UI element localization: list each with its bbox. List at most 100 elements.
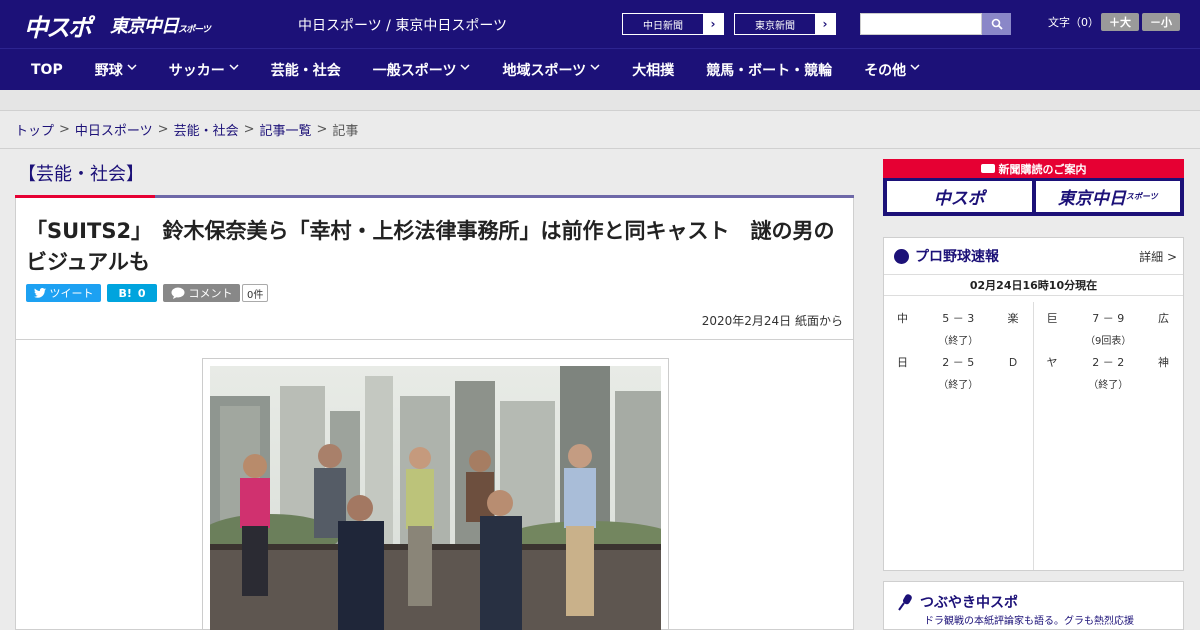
nav-item-label: 芸能・社会 [270,62,341,79]
nav-item-4[interactable]: 一般スポーツ [357,60,487,80]
ext-link-label: 東京新聞 [755,20,795,32]
chevron-down-icon [590,63,600,74]
nav-item-label: サッカー [168,62,225,79]
scores-grid: 中 5 － 3 楽 （終了） 日 2 － 5 Ｄ （終了） 巨 7 － 9 広 … [884,302,1183,570]
tokyo-logo-main: 東京中日 [110,16,179,37]
game-row[interactable]: 中 5 － 3 楽 （終了） [884,308,1033,352]
nav-item-label: 地域スポーツ [502,62,587,79]
breadcrumb-separator: > [157,122,169,137]
font-decrease-button[interactable]: －小 [1142,13,1180,31]
search-button[interactable] [982,13,1011,35]
search-icon [991,18,1003,30]
game-row[interactable]: ヤ 2 － 2 神 （終了） [1034,352,1184,396]
team-away: 楽 [1007,312,1019,325]
nav-item-label: その他 [864,62,907,79]
team-away: 神 [1158,356,1169,369]
breadcrumb-chunichi-sports[interactable]: 中日スポーツ [75,120,153,139]
tokyo-chunichi-subscribe-logo[interactable]: 東京中日 スポーツ [1035,181,1180,212]
tsubuyaki-box[interactable]: つぶやき中スポ ドラ観戦の本紙評論家も語る。グラも熱烈応援 [883,581,1184,630]
nav-item-7[interactable]: 競馬・ボート・競輪 [690,60,848,80]
category-title: 【芸能・社会】 [18,164,144,185]
game-status: （終了） [938,336,979,347]
chevron-down-icon [460,63,470,74]
chuspo-logo[interactable]: 中スポ [24,8,92,43]
chevron-down-icon [229,63,239,74]
game-status: （終了） [1088,380,1129,391]
breadcrumb-current: 記事 [332,124,359,139]
baseball-scores: プロ野球速報 詳細 > 02月24日16時10分現在 中 5 － 3 楽 （終了… [883,237,1184,571]
tokyo-shimbun-link[interactable]: 東京新聞 › [734,13,836,35]
site-names: 中日スポーツ / 東京中日スポーツ [298,18,508,34]
main-nav: TOP 野球 サッカー 芸能・社会 一般スポーツ 地域スポーツ 大相撲 競馬・ボート・競輪 その… [0,48,1200,90]
chevron-down-icon [910,63,920,74]
breadcrumb: トップ > 中日スポーツ > 芸能・社会 > 記事一覧 > 記事 [0,111,1200,149]
site-header: 中スポ 東京中日スポーツ 中日スポーツ / 東京中日スポーツ 中日新聞 › 東京… [0,0,1200,48]
font-increase-button[interactable]: ＋大 [1101,13,1139,31]
game-status: （9回表） [1085,336,1132,347]
breadcrumb-entertainment[interactable]: 芸能・社会 [174,120,239,139]
hatena-count: 0 [137,286,146,300]
comment-label: コメント [188,287,233,300]
nav-item-3[interactable]: 芸能・社会 [255,60,357,80]
nav-item-1[interactable]: 野球 [79,60,153,80]
tokyo-chunichi-logo[interactable]: 東京中日スポーツ [110,12,211,38]
breadcrumb-separator: > [59,122,70,137]
breadcrumb-article-list[interactable]: 記事一覧 [260,120,312,139]
article-photo[interactable] [210,366,661,630]
game-row[interactable]: 巨 7 － 9 広 （9回表） [1034,308,1184,352]
chuspo-subscribe-logo[interactable]: 中スポ [887,181,1032,212]
tweet-button[interactable]: ツイート [26,284,101,302]
scores-detail-link[interactable]: 詳細 > [1139,248,1177,265]
comment-button[interactable]: コメント [163,284,240,302]
scores-column-left: 中 5 － 3 楽 （終了） 日 2 － 5 Ｄ （終了） [884,302,1034,570]
comment-count: 0件 [242,284,269,302]
chevron-right-icon: › [815,14,835,34]
article-divider [16,339,853,340]
breadcrumb-separator: > [243,122,255,137]
subscription-label: 新聞購読のご案内 [998,162,1087,176]
nav-item-label: TOP [31,61,63,78]
header-band [0,90,1200,111]
chevron-down-icon [127,63,137,74]
baseball-icon [894,248,909,264]
tsubuyaki-title: つぶやき中スポ [920,595,1018,611]
nav-item-6[interactable]: 大相撲 [616,60,690,80]
cast-photo-illustration [210,366,661,630]
hatena-bookmark-button[interactable]: B! 0 [107,284,157,302]
hatena-b-icon: B! [118,286,132,300]
chunichi-shimbun-link[interactable]: 中日新聞 › [622,13,724,35]
font-size-label: 文字（0） [1048,16,1099,29]
nav-item-0[interactable]: TOP [15,62,79,78]
search-input[interactable] [860,13,982,35]
microphone-icon [898,594,912,611]
ext-link-label: 中日新聞 [643,20,683,32]
scores-header: プロ野球速報 詳細 > [884,238,1183,274]
team-away: Ｄ [1007,356,1019,369]
nav-item-label: 大相撲 [632,62,675,79]
tsubuyaki-subtitle: ドラ観戦の本紙評論家も語る。グラも熱烈応援 [924,616,1134,627]
nav-item-label: 野球 [94,62,123,79]
nav-item-8[interactable]: その他 [848,60,936,80]
subscription-banner[interactable]: 新聞購読のご案内 中スポ 東京中日 スポーツ [883,159,1184,216]
share-buttons: ツイート B! 0 コメント 0件 [26,284,269,302]
breadcrumb-top[interactable]: トップ [15,120,54,139]
nav-item-5[interactable]: 地域スポーツ [486,60,616,80]
tokyo-logo-small: スポーツ [178,25,211,35]
nav-item-label: 競馬・ボート・競輪 [706,62,833,79]
tweet-label: ツイート [49,287,94,300]
chevron-right-icon: › [703,14,723,34]
game-status: （終了） [938,380,979,391]
twitter-bird-icon [33,288,46,298]
subscription-logos: 中スポ 東京中日 スポーツ [883,178,1184,215]
team-away: 広 [1158,312,1169,325]
tsubuyaki-title-row: つぶやき中スポ [896,592,1018,612]
article-dateline: 2020年2月24日 紙面から [701,314,843,328]
ad-logo-small: スポーツ [1125,192,1158,201]
game-row[interactable]: 日 2 － 5 Ｄ （終了） [884,352,1033,396]
scores-column-right: 巨 7 － 9 広 （9回表） ヤ 2 － 2 神 （終了） [1034,302,1184,570]
newspaper-icon [980,164,995,173]
nav-item-2[interactable]: サッカー [153,60,255,80]
article-photo-frame [202,358,669,630]
speech-bubble-icon [171,287,184,299]
breadcrumb-separator: > [316,122,328,137]
